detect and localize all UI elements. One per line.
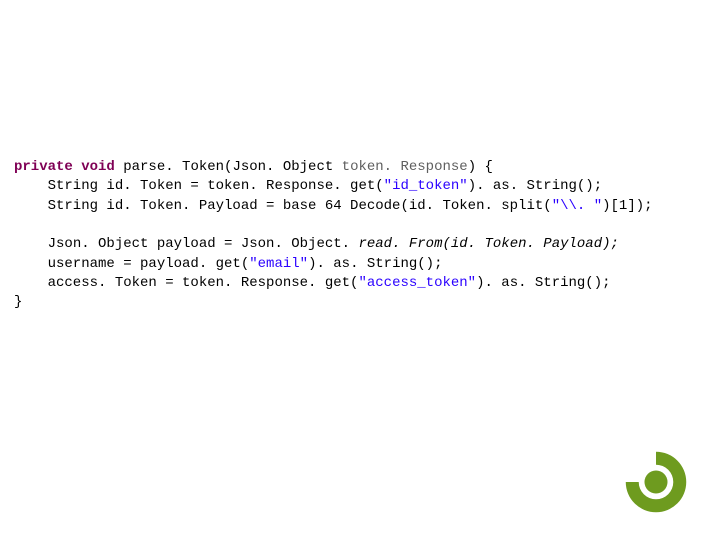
string-id-token: "id_token" bbox=[384, 178, 468, 194]
string-access-token: "access_token" bbox=[358, 275, 476, 291]
string-split-regex: "\\. " bbox=[552, 198, 602, 214]
line-1a: String id. Token = token. Response. get( bbox=[14, 178, 384, 194]
closing-brace: } bbox=[14, 294, 22, 310]
keyword-private: private bbox=[14, 159, 73, 175]
method-signature: parse. Token(Json. Object bbox=[115, 159, 342, 175]
line-4b: ). as. String(); bbox=[308, 256, 442, 272]
logo-icon bbox=[620, 446, 692, 518]
line-2a: String id. Token. Payload = base 64 Deco… bbox=[14, 198, 552, 214]
blank-line bbox=[14, 217, 22, 233]
line-3-call: read. From(id. Token. Payload); bbox=[358, 236, 618, 252]
string-email: "email" bbox=[249, 256, 308, 272]
parameter-name: token. Response bbox=[342, 159, 468, 175]
brand-logo bbox=[620, 446, 692, 518]
line-4a: username = payload. get( bbox=[14, 256, 249, 272]
keyword-void: void bbox=[81, 159, 115, 175]
line-3-decl: Json. Object payload = Json. Object. bbox=[48, 236, 359, 252]
line-5b: ). as. String(); bbox=[476, 275, 610, 291]
line-1b: ). as. String(); bbox=[468, 178, 602, 194]
line-3-indent bbox=[14, 236, 48, 252]
code-block: private void parse. Token(Json. Object t… bbox=[14, 158, 653, 313]
line-2b: )[1]); bbox=[602, 198, 652, 214]
line-5a: access. Token = token. Response. get( bbox=[14, 275, 358, 291]
signature-close: ) { bbox=[468, 159, 493, 175]
slide: private void parse. Token(Json. Object t… bbox=[0, 0, 720, 540]
